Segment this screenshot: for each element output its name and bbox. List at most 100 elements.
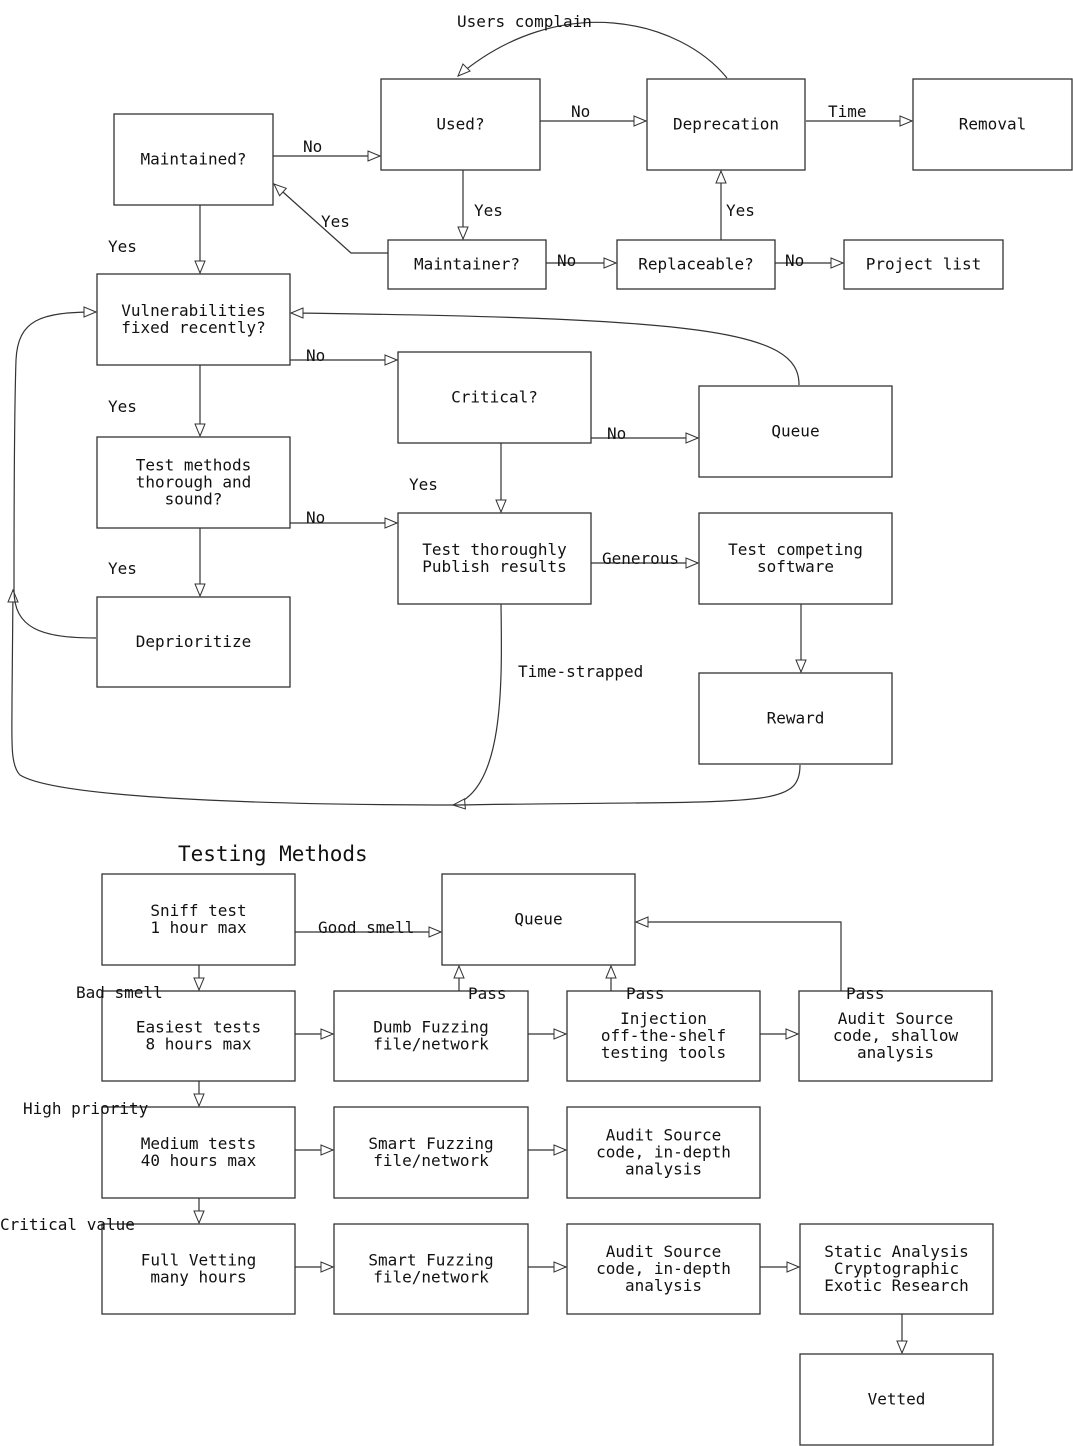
edge-label: No <box>571 102 590 121</box>
node-audit-shallow[interactable]: Audit Sourcecode, shallowanalysis <box>798 990 993 1082</box>
node-queue-top[interactable]: Queue <box>698 385 893 478</box>
arrowhead-icon <box>194 423 206 438</box>
edge-label: Bad smell <box>76 983 163 1002</box>
node-label: Replaceable? <box>638 255 754 274</box>
edge-label: No <box>306 346 325 365</box>
node-label: analysis <box>625 1276 702 1295</box>
node-label: 1 hour max <box>150 918 247 937</box>
node-label: analysis <box>625 1160 702 1179</box>
edge-label: Yes <box>108 397 137 416</box>
arrowhead-icon <box>428 926 443 938</box>
node-maintainer[interactable]: Maintainer? <box>387 239 547 290</box>
node-medium[interactable]: Medium tests40 hours max <box>101 1106 296 1199</box>
arrowhead-icon <box>603 257 618 269</box>
node-dumb-fuzzing[interactable]: Dumb Fuzzingfile/network <box>333 990 529 1082</box>
node-test-thoroughly[interactable]: Test thoroughlyPublish results <box>397 512 592 605</box>
edge-replaceable-deprecation <box>715 169 727 240</box>
node-label: Queue <box>514 910 562 929</box>
edge-label: Pass <box>846 984 885 1003</box>
node-maintained[interactable]: Maintained? <box>113 113 274 206</box>
arrowhead-icon <box>715 169 727 184</box>
node-label: file/network <box>373 1268 489 1287</box>
node-label: fixed recently? <box>121 318 266 337</box>
arrowhead-icon <box>786 1261 801 1273</box>
edge-used-maintainer <box>457 170 469 241</box>
node-test-competing[interactable]: Test competingsoftware <box>698 512 893 605</box>
node-vuln-fixed[interactable]: Vulnerabilitiesfixed recently? <box>96 273 291 366</box>
nodes-layer: Maintained? Used? Deprecation Removal Mainta… <box>96 78 1073 1446</box>
node-audit-indepth-2[interactable]: Audit Sourcecode, in-depthanalysis <box>566 1223 761 1315</box>
edge-label: Pass <box>626 984 665 1003</box>
edge-label: Time <box>828 102 867 121</box>
arrowhead-icon <box>553 1261 568 1273</box>
node-queue-bottom[interactable]: Queue <box>441 873 636 966</box>
node-label: Reward <box>767 709 825 728</box>
arrowhead-icon <box>495 499 507 514</box>
edge-audit-queue <box>634 916 842 991</box>
arrowhead-icon <box>785 1028 800 1040</box>
edge-easiest-dumb <box>295 1028 335 1040</box>
node-label: Removal <box>959 115 1026 134</box>
node-used[interactable]: Used? <box>380 78 541 171</box>
arrowhead-icon <box>553 1028 568 1040</box>
arrowhead-icon <box>194 583 206 598</box>
edge-maintained-vuln <box>194 205 206 275</box>
node-static-analysis[interactable]: Static AnalysisCryptographicExotic Resea… <box>799 1223 994 1315</box>
edge-static-vetted <box>896 1314 908 1355</box>
node-label: Deprecation <box>673 115 779 134</box>
node-sniff[interactable]: Sniff test1 hour max <box>101 873 296 966</box>
edge-label: Yes <box>108 237 137 256</box>
edge-used-deprecation <box>540 115 648 127</box>
node-label: analysis <box>857 1043 934 1062</box>
edge-deprioritize-loop <box>13 306 98 639</box>
arrowhead-icon <box>193 1093 205 1108</box>
arrowhead-icon <box>193 1210 205 1225</box>
edge-label: High priority <box>23 1099 149 1118</box>
node-easiest[interactable]: Easiest tests8 hours max <box>101 990 296 1082</box>
arrowhead-icon <box>384 517 399 529</box>
node-replaceable[interactable]: Replaceable? <box>616 239 776 290</box>
node-test-methods[interactable]: Test methodsthorough andsound? <box>96 436 291 529</box>
node-label: 8 hours max <box>146 1035 252 1054</box>
node-critical[interactable]: Critical? <box>397 351 592 444</box>
arrowhead-icon <box>320 1144 335 1156</box>
arrowhead-icon <box>453 964 465 979</box>
edge-label: Yes <box>108 559 137 578</box>
node-label: file/network <box>373 1151 489 1170</box>
edge-label: Time-strapped <box>518 662 643 681</box>
edge-vuln-testmethods <box>194 365 206 438</box>
node-vetted[interactable]: Vetted <box>799 1353 994 1446</box>
node-audit-indepth-1[interactable]: Audit Sourcecode, in-depthanalysis <box>566 1106 761 1199</box>
edge-label: No <box>557 251 576 270</box>
node-label: Maintainer? <box>414 255 520 274</box>
node-injection[interactable]: Injectionoff-the-shelftesting tools <box>566 990 761 1082</box>
node-label: Used? <box>436 115 484 134</box>
arrowhead-icon <box>83 306 98 318</box>
edge-label: Generous <box>602 549 679 568</box>
node-deprecation[interactable]: Deprecation <box>646 78 806 171</box>
node-label: Deprioritize <box>136 632 252 651</box>
arrowhead-icon <box>457 63 471 77</box>
node-label: Vetted <box>868 1390 926 1409</box>
arrowhead-icon <box>384 354 399 366</box>
node-smart-fuzzing-1[interactable]: Smart Fuzzingfile/network <box>333 1106 529 1199</box>
edge-label: No <box>607 424 626 443</box>
node-label: Queue <box>771 422 819 441</box>
edge-label: Yes <box>409 475 438 494</box>
arrowhead-icon <box>899 115 914 127</box>
node-reward[interactable]: Reward <box>698 672 893 765</box>
edge-testthoroughly-loop <box>451 603 502 810</box>
edge-medium-smart1 <box>295 1144 335 1156</box>
node-label: sound? <box>165 490 223 509</box>
node-deprioritize[interactable]: Deprioritize <box>96 596 291 688</box>
node-label: Publish results <box>422 557 567 576</box>
node-removal[interactable]: Removal <box>912 78 1073 171</box>
arrowhead-icon <box>457 226 469 241</box>
edge-label: Yes <box>726 201 755 220</box>
node-project-list[interactable]: Project list <box>843 239 1004 290</box>
edge-smart2-audit2 <box>528 1261 568 1273</box>
node-smart-fuzzing-2[interactable]: Smart Fuzzingfile/network <box>333 1223 529 1315</box>
arrowhead-icon <box>633 115 648 127</box>
arrowhead-icon <box>7 588 19 603</box>
node-full-vetting[interactable]: Full Vettingmany hours <box>101 1223 296 1315</box>
